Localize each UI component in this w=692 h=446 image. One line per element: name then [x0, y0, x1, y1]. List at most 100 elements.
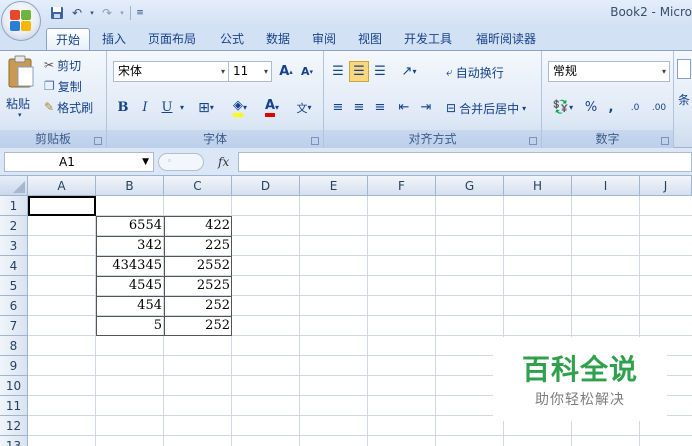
- decrease-decimal-button[interactable]: .00: [648, 97, 670, 118]
- fill-color-button[interactable]: ◈ ▾: [225, 97, 255, 118]
- align-top-button[interactable]: ☰: [328, 61, 348, 82]
- font-color-button[interactable]: A ▾: [257, 97, 287, 118]
- cut-button[interactable]: ✂ 剪切: [44, 55, 81, 75]
- decrease-indent-button[interactable]: ⇤: [394, 97, 414, 118]
- phonetic-button[interactable]: 文 ▾: [289, 97, 319, 118]
- cell-c5[interactable]: 2525: [164, 276, 232, 296]
- italic-button[interactable]: I: [135, 97, 155, 118]
- row-header-10[interactable]: 10: [0, 376, 28, 396]
- increase-indent-button[interactable]: ⇥: [416, 97, 436, 118]
- redo-icon[interactable]: ↷: [98, 4, 116, 22]
- insert-function-icon[interactable]: fx: [218, 155, 229, 169]
- row-header-5[interactable]: 5: [0, 276, 28, 296]
- row-header-6[interactable]: 6: [0, 296, 28, 316]
- formula-input[interactable]: [238, 152, 692, 172]
- redo-dropdown-icon[interactable]: ▾: [118, 4, 126, 22]
- column-header-d[interactable]: D: [232, 176, 300, 196]
- cell-c7[interactable]: 252: [164, 316, 232, 336]
- customize-qat-icon[interactable]: ≡: [135, 4, 145, 22]
- align-center-button[interactable]: ≡: [349, 97, 369, 118]
- column-header-c[interactable]: C: [164, 176, 232, 196]
- row-header-8[interactable]: 8: [0, 336, 28, 356]
- clipboard-launcher-icon[interactable]: [94, 137, 102, 145]
- bold-button[interactable]: B: [113, 97, 133, 118]
- border-button[interactable]: ⊞ ▾: [191, 97, 221, 118]
- paste-button[interactable]: 粘贴 ▾: [4, 55, 38, 123]
- row-header-4[interactable]: 4: [0, 256, 28, 276]
- cell-b7[interactable]: 5: [96, 316, 164, 336]
- grow-font-button[interactable]: A ▴: [276, 61, 296, 82]
- row-header-12[interactable]: 12: [0, 416, 28, 436]
- align-right-button[interactable]: ≡: [370, 97, 390, 118]
- tab-page-layout[interactable]: 页面布局: [142, 28, 202, 50]
- tab-insert[interactable]: 插入: [96, 28, 132, 50]
- conditional-format-icon[interactable]: [677, 59, 691, 79]
- align-bottom-button[interactable]: ☰: [370, 61, 390, 82]
- font-size-combo[interactable]: 11 ▾: [228, 61, 272, 82]
- orientation-button[interactable]: ↗ ▾: [394, 61, 424, 82]
- alignment-launcher-icon[interactable]: [529, 137, 537, 145]
- cell-b2[interactable]: 6554: [96, 216, 164, 236]
- cell-b3[interactable]: 342: [96, 236, 164, 256]
- cell-c2[interactable]: 422: [164, 216, 232, 236]
- column-header-i[interactable]: I: [572, 176, 640, 196]
- column-header-f[interactable]: F: [368, 176, 436, 196]
- undo-dropdown-icon[interactable]: ▾: [88, 4, 96, 22]
- number-format-combo[interactable]: 常规 ▾: [548, 61, 670, 82]
- row-header-2[interactable]: 2: [0, 216, 28, 236]
- align-left-button[interactable]: ≡: [328, 97, 348, 118]
- number-launcher-icon[interactable]: [661, 137, 669, 145]
- column-header-b[interactable]: B: [96, 176, 164, 196]
- merge-center-button[interactable]: ⊟ 合并后居中 ▾: [446, 98, 526, 118]
- cell-c6[interactable]: 252: [164, 296, 232, 316]
- tab-home[interactable]: 开始: [46, 28, 90, 50]
- paste-dropdown-icon[interactable]: ▾: [18, 111, 22, 119]
- cell-c3[interactable]: 225: [164, 236, 232, 256]
- office-button[interactable]: [1, 1, 41, 41]
- wrap-text-button[interactable]: ⤶ 自动换行: [446, 62, 504, 82]
- shrink-font-button[interactable]: A ▾: [297, 61, 317, 82]
- underline-button[interactable]: U: [157, 97, 177, 118]
- merge-dropdown-icon[interactable]: ▾: [522, 104, 526, 113]
- align-middle-button[interactable]: ☰: [349, 61, 369, 82]
- tab-formulas[interactable]: 公式: [214, 28, 250, 50]
- comma-button[interactable]: ,: [602, 97, 620, 118]
- cell-b6[interactable]: 454: [96, 296, 164, 316]
- tab-review[interactable]: 审阅: [306, 28, 342, 50]
- font-group: 宋体 ▾ 11 ▾ A ▴ A ▾ B I U ▾ ⊞ ▾ ◈ ▾ A ▾ 文 ▾ 字体: [107, 51, 324, 148]
- cell-b4[interactable]: 434345: [96, 256, 164, 276]
- currency-button[interactable]: 💱 ▾: [548, 97, 578, 118]
- undo-icon[interactable]: ↶: [68, 4, 86, 22]
- row-header-11[interactable]: 11: [0, 396, 28, 416]
- row-header-13[interactable]: 13: [0, 436, 28, 446]
- tab-developer[interactable]: 开发工具: [398, 28, 458, 50]
- underline-dropdown-icon[interactable]: ▾: [177, 97, 187, 118]
- format-painter-button[interactable]: ✎ 格式刷: [44, 97, 93, 117]
- column-header-e[interactable]: E: [300, 176, 368, 196]
- percent-button[interactable]: %: [582, 97, 600, 118]
- row-header-3[interactable]: 3: [0, 236, 28, 256]
- font-name-combo[interactable]: 宋体 ▾: [113, 61, 229, 82]
- row-header-9[interactable]: 9: [0, 356, 28, 376]
- name-box[interactable]: A1 ▼: [4, 152, 154, 172]
- tab-foxit-reader[interactable]: 福昕阅读器: [470, 28, 542, 50]
- cell-b5[interactable]: 4545: [96, 276, 164, 296]
- row-header-1[interactable]: 1: [0, 196, 28, 216]
- tab-data[interactable]: 数据: [260, 28, 296, 50]
- increase-decimal-button[interactable]: .0: [624, 97, 646, 118]
- formula-cancel-enter[interactable]: ◦: [158, 153, 204, 171]
- column-header-g[interactable]: G: [436, 176, 504, 196]
- column-header-j[interactable]: J: [640, 176, 692, 196]
- row-header-7[interactable]: 7: [0, 316, 28, 336]
- cell-c4[interactable]: 2552: [164, 256, 232, 276]
- tab-view[interactable]: 视图: [352, 28, 388, 50]
- font-launcher-icon[interactable]: [311, 137, 319, 145]
- copy-button[interactable]: ❐ 复制: [44, 76, 82, 96]
- column-header-a[interactable]: A: [28, 176, 96, 196]
- phonetic-icon: 文: [296, 101, 308, 115]
- number-group-label: 数字: [542, 130, 673, 148]
- select-all-button[interactable]: [0, 176, 28, 196]
- active-cell-a1[interactable]: [28, 196, 96, 216]
- column-header-h[interactable]: H: [504, 176, 572, 196]
- save-icon[interactable]: [48, 4, 66, 22]
